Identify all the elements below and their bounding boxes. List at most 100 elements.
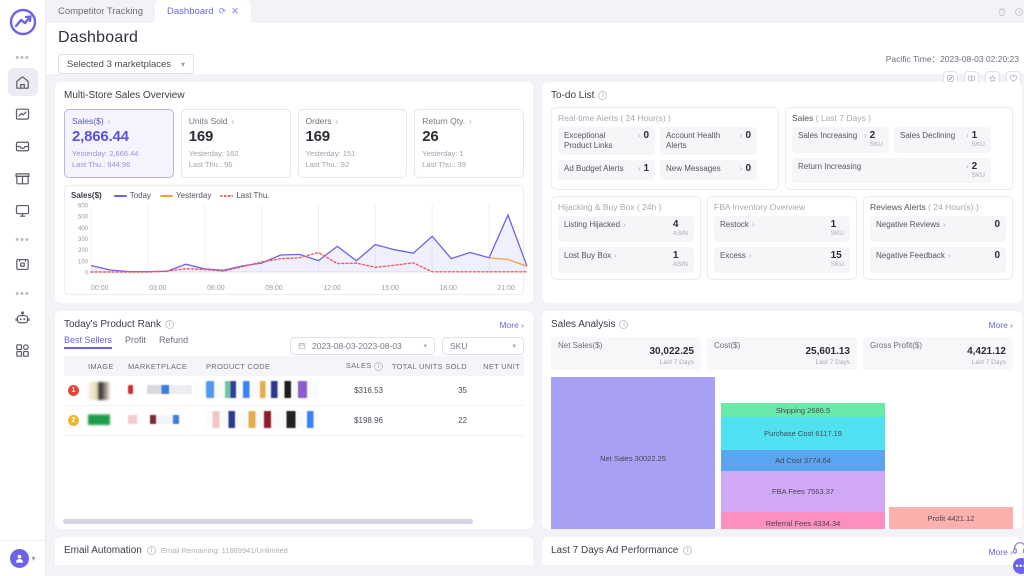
kpi-value: 169 — [305, 128, 331, 145]
info-icon[interactable]: i — [164, 320, 174, 329]
sales-analysis-kpis: Net Sales($) 30,022.25 Last 7 Days Cost($… — [551, 337, 1013, 370]
sa-kpi-net-sales[interactable]: Net Sales($) 30,022.25 Last 7 Days — [551, 337, 701, 370]
kpi-card-return-qty[interactable]: Return Qty. › 26 Yesterday: 1 Last Thu.: … — [414, 109, 524, 178]
todo-cell-unit: SKU — [830, 230, 844, 237]
waterfall-segment-purchase-cost[interactable]: Purchase Cost 6117.19 — [721, 417, 886, 451]
units-cell: 22 — [387, 405, 471, 436]
rank-cell: 2 — [64, 405, 84, 436]
sidebar-item-archive[interactable] — [8, 250, 38, 278]
sidebar-item-automation[interactable] — [8, 304, 38, 332]
info-icon[interactable]: i — [598, 91, 608, 100]
kpi-card-sales[interactable]: Sales($) › 2,866.44 Yesterday: 2,666.44 L… — [64, 109, 174, 178]
todo-cell-unit: SKU — [830, 261, 844, 268]
todo-cell-listing-hijacked[interactable]: Listing Hijacked › 4 ASIN — [558, 216, 694, 242]
date-range-picker[interactable]: 2023-08-03-2023-08-03 ▾ — [290, 337, 435, 355]
refresh-icon[interactable]: ⟳ — [219, 6, 227, 17]
app-logo[interactable] — [9, 8, 37, 36]
kpi-last-thu: Last Thu.: 39 — [422, 160, 466, 169]
x-tick: 03:00 — [149, 285, 167, 292]
todo-cell-negative-feedback[interactable]: Negative Feedback › 0 — [870, 247, 1006, 273]
close-icon[interactable]: ✕ — [231, 6, 239, 17]
todo-group-title: Hijacking & Buy Box ( 24h ) — [558, 202, 662, 212]
todo-cell-sales-increasing[interactable]: Sales Increasing › 2 SKU — [792, 127, 889, 153]
sa-kpi-value: 25,601.13 — [805, 346, 851, 357]
waterfall-column-net-sales: Net Sales 30022.25 — [551, 377, 716, 529]
waterfall-segment-fba-fees[interactable]: FBA Fees 7563.37 — [721, 470, 886, 512]
legend-item-yesterday[interactable]: Yesterday — [160, 191, 211, 200]
todo-cell-sales-declining[interactable]: Sales Declining › 1 SKU — [894, 127, 991, 153]
trash-icon[interactable] — [997, 4, 1007, 22]
sidebar-item-apps[interactable] — [8, 336, 38, 364]
tab-dashboard[interactable]: Dashboard ⟳ ✕ — [155, 0, 252, 23]
todo-cell-return-increasing[interactable]: Return Increasing › 2 SKU — [792, 158, 991, 183]
table-horizontal-scrollbar-track[interactable] — [61, 515, 527, 524]
chevron-right-icon: › — [739, 164, 743, 173]
info-icon[interactable]: i — [146, 546, 156, 555]
floating-menu-button[interactable]: ••• — [1013, 558, 1024, 574]
chevron-down-icon[interactable]: ▾ — [31, 554, 35, 563]
waterfall-column-costs: Shipping 2686.5 Purchase Cost 6117.19 Ad C… — [721, 377, 886, 529]
more-link-product-rank[interactable]: More › — [499, 320, 524, 330]
todo-cell-negative-reviews[interactable]: Negative Reviews › 0 — [870, 216, 1006, 242]
todo-cell-ad-budget-alerts[interactable]: Ad Budget Alerts › 1 — [558, 160, 655, 180]
sidebar-item-monitor[interactable] — [8, 196, 38, 224]
support-chat-button[interactable] — [1012, 540, 1024, 556]
info-icon[interactable]: i — [619, 320, 629, 329]
todo-group-fba-inventory: FBA Inventory Overview Restock › 1 SKU Exc… — [707, 196, 857, 280]
waterfall-segment-profit[interactable]: Profit 4421.12 — [889, 507, 1013, 529]
x-tick: 06:00 — [207, 285, 225, 292]
marketplace-selector[interactable]: Selected 3 marketplaces ▾ — [58, 54, 195, 74]
kpi-card-orders[interactable]: Orders › 169 Yesterday: 151 Last Thu.: 92 — [297, 109, 408, 178]
table-row[interactable]: 2 $198.96 22 — [64, 405, 524, 436]
todo-cell-unit: SKU — [869, 141, 883, 148]
todo-cell-account-health-alerts[interactable]: Account Health Alerts › 0 — [660, 127, 757, 155]
subtab-best-sellers[interactable]: Best Sellers — [64, 335, 113, 349]
col-marketplace: MARKETPLACE — [124, 356, 202, 376]
chart-legend: Sales($) Today Yesterday Last Thu. — [71, 191, 517, 200]
subtab-refund[interactable]: Refund — [159, 335, 188, 349]
x-tick: 12:00 — [323, 285, 341, 292]
kpi-card-units-sold[interactable]: Units Sold › 169 Yesterday: 162 Last Thu.… — [180, 109, 291, 178]
waterfall-segment-referral-fees[interactable]: Referral Fees 4334.34 — [721, 511, 886, 529]
sa-kpi-label: Gross Profit($) — [870, 341, 923, 350]
sidebar-user-area[interactable]: ▾ — [0, 540, 46, 568]
sidebar-item-analytics[interactable] — [8, 100, 38, 128]
card-todays-product-rank: Today's Product Rank i More › Best Selle… — [55, 311, 533, 529]
info-icon[interactable]: i — [374, 362, 383, 371]
todo-cell-exceptional-product-links[interactable]: Exceptional Product Links › 0 — [558, 127, 655, 155]
todo-cell-lost-buy-box[interactable]: Lost Buy Box › 1 ASIN — [558, 247, 694, 273]
waterfall-segment-net-sales[interactable]: Net Sales 30022.25 — [551, 377, 716, 529]
chevron-right-icon: › — [965, 162, 969, 171]
chevron-right-icon: › — [335, 116, 339, 126]
legend-item-today[interactable]: Today — [113, 191, 151, 200]
chevron-right-icon: › — [739, 131, 743, 140]
card-multi-store-sales-overview: Multi-Store Sales Overview Sales($) › 2,8… — [55, 82, 533, 303]
waterfall-segment-shipping[interactable]: Shipping 2686.5 — [721, 403, 886, 418]
more-link-sales-analysis[interactable]: More › — [988, 320, 1013, 330]
dimension-select[interactable]: SKU ▾ — [442, 337, 524, 355]
table-row[interactable]: 1 $316.53 35 — [64, 376, 524, 406]
table-horizontal-scrollbar-thumb[interactable] — [63, 519, 474, 524]
avatar[interactable] — [10, 549, 30, 568]
todo-cell-restock[interactable]: Restock › 1 SKU — [714, 216, 850, 242]
todo-cell-value: 0 — [745, 130, 751, 141]
info-icon[interactable]: i — [683, 546, 693, 555]
history-clock-icon[interactable] — [1014, 4, 1024, 22]
sidebar-item-products[interactable] — [8, 164, 38, 192]
sa-kpi-cost[interactable]: Cost($) 25,601.13 Last 7 Days — [707, 337, 857, 370]
sidebar-item-home[interactable] — [7, 68, 38, 96]
more-link-ad-performance[interactable]: More › — [988, 547, 1013, 557]
sidebar-item-inbox[interactable] — [8, 132, 38, 160]
todo-cell-value: 1 — [971, 130, 978, 141]
net-unit-cell — [471, 376, 524, 406]
waterfall-segment-ad-cost[interactable]: Ad Cost 3774.64 — [721, 450, 886, 471]
today-area — [91, 215, 527, 272]
table-header-row: IMAGE MARKETPLACE PRODUCT CODE SALES i T… — [64, 356, 524, 376]
todo-cell-excess[interactable]: Excess › 15 SKU — [714, 247, 850, 273]
legend-item-last-thu[interactable]: Last Thu. — [220, 191, 270, 200]
y-tick: 500 — [78, 215, 89, 221]
sa-kpi-gross-profit[interactable]: Gross Profit($) 4,421.12 Last 7 Days — [863, 337, 1013, 370]
subtab-profit[interactable]: Profit — [125, 335, 146, 349]
tab-competitor-tracking[interactable]: Competitor Tracking — [46, 0, 155, 23]
todo-cell-new-messages[interactable]: New Messages › 0 — [660, 160, 757, 180]
